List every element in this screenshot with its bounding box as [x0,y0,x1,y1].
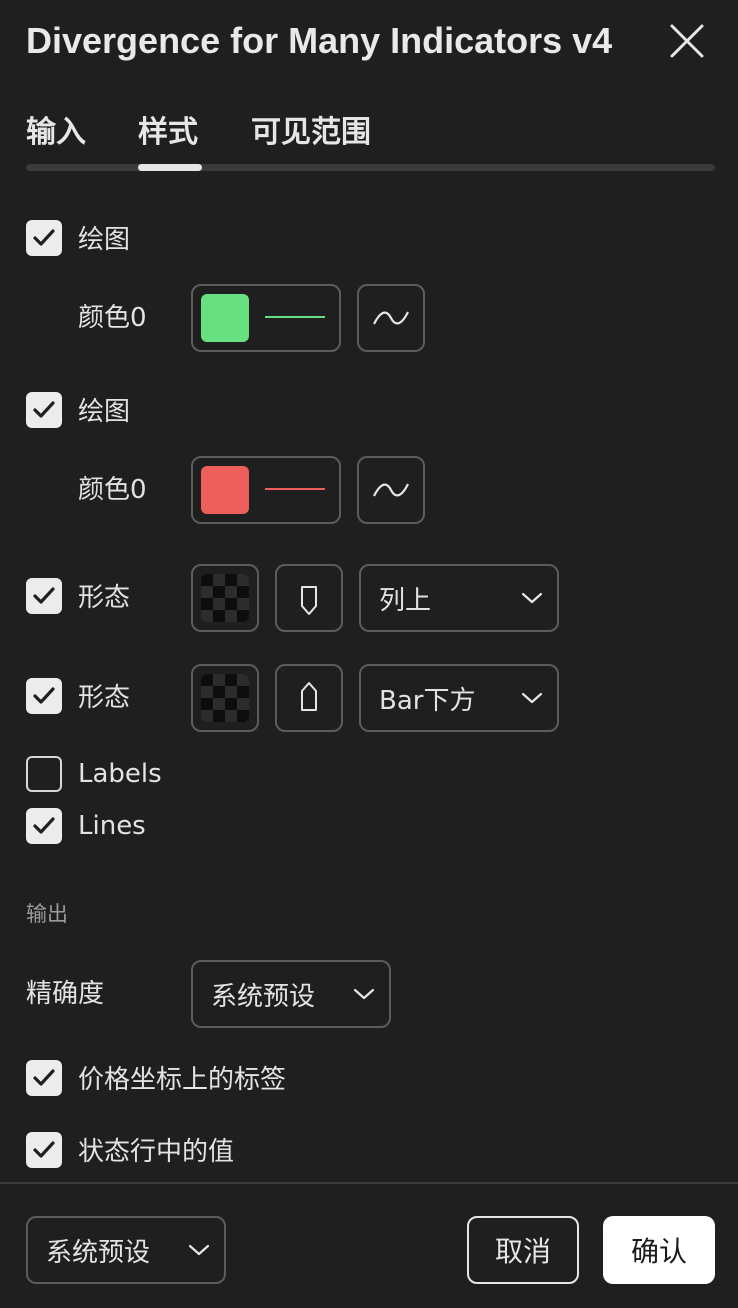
precision-value: 系统预设 [211,981,316,1012]
plot-1-color-label: 颜色0 [78,303,147,333]
shape-2-location-value: Bar下方 [379,685,476,716]
status-line-values-checkbox[interactable] [26,1132,62,1168]
shape-2-label: 形态 [78,683,131,713]
checkmark-icon [33,1069,55,1086]
plot-2-checkbox[interactable] [26,392,62,428]
shape-2-location-dropdown[interactable]: Bar下方 [359,664,559,732]
defaults-value: 系统预设 [46,1237,151,1268]
plot-1-color-swatch [201,294,249,342]
output-section-title: 输出 [26,902,68,926]
plot-2-color-swatch [201,466,249,514]
labels-checkbox[interactable] [26,756,62,792]
tab-inputs[interactable]: 输入 [26,110,86,156]
pointer-down-icon [301,586,317,615]
footer-divider [0,1182,738,1184]
plot-2-line-style-button[interactable] [357,456,425,524]
cancel-button[interactable]: 取消 [467,1216,579,1284]
chevron-down-icon [521,692,543,704]
plot-1-line-preview [265,316,325,318]
dialog-title: Divergence for Many Indicators v4 [26,20,613,61]
chevron-down-icon [188,1244,210,1256]
close-icon [670,24,704,58]
chevron-down-icon [521,592,543,604]
plot-1-line-style-button[interactable] [357,284,425,352]
checkmark-icon [33,687,55,704]
price-scale-labels-checkbox[interactable] [26,1060,62,1096]
ok-button[interactable]: 确认 [603,1216,715,1284]
style-dialog: Divergence for Many Indicators v4 输入 样式 … [0,0,738,1308]
shape-1-shape-button[interactable] [275,564,343,632]
defaults-dropdown[interactable]: 系统预设 [26,1216,226,1284]
close-button[interactable] [666,20,708,62]
shape-1-label: 形态 [78,583,131,613]
lines-checkbox[interactable] [26,808,62,844]
transparent-swatch [201,574,249,622]
transparent-swatch [201,674,249,722]
pointer-up-icon [301,682,317,711]
plot-1-color-picker[interactable] [191,284,341,352]
plot-2-label: 绘图 [78,397,131,427]
tab-style[interactable]: 样式 [138,110,198,156]
shape-1-location-dropdown[interactable]: 列上 [359,564,559,632]
tab-active-indicator [138,164,202,171]
shape-2-checkbox[interactable] [26,678,62,714]
checkmark-icon [33,1141,55,1158]
checkmark-icon [33,229,55,246]
shape-1-checkbox[interactable] [26,578,62,614]
checkmark-icon [33,587,55,604]
shape-1-location-value: 列上 [379,585,432,616]
shape-2-color-picker[interactable] [191,664,259,732]
precision-label: 精确度 [26,979,105,1009]
shape-1-color-picker[interactable] [191,564,259,632]
lines-label: Lines [78,811,146,841]
plot-1-checkbox[interactable] [26,220,62,256]
labels-label: Labels [78,759,162,789]
plot-2-line-preview [265,488,325,490]
plot-2-color-picker[interactable] [191,456,341,524]
plot-1-label: 绘图 [78,225,131,255]
wave-icon [373,311,409,325]
tab-visibility[interactable]: 可见范围 [251,110,371,156]
plot-2-color-label: 颜色0 [78,475,147,505]
price-scale-labels-label: 价格坐标上的标签 [78,1065,287,1095]
chevron-down-icon [353,988,375,1000]
precision-dropdown[interactable]: 系统预设 [191,960,391,1028]
checkmark-icon [33,817,55,834]
tab-track [26,164,715,171]
shape-2-shape-button[interactable] [275,664,343,732]
status-line-values-label: 状态行中的值 [78,1137,235,1167]
checkmark-icon [33,401,55,418]
wave-icon [373,483,409,497]
